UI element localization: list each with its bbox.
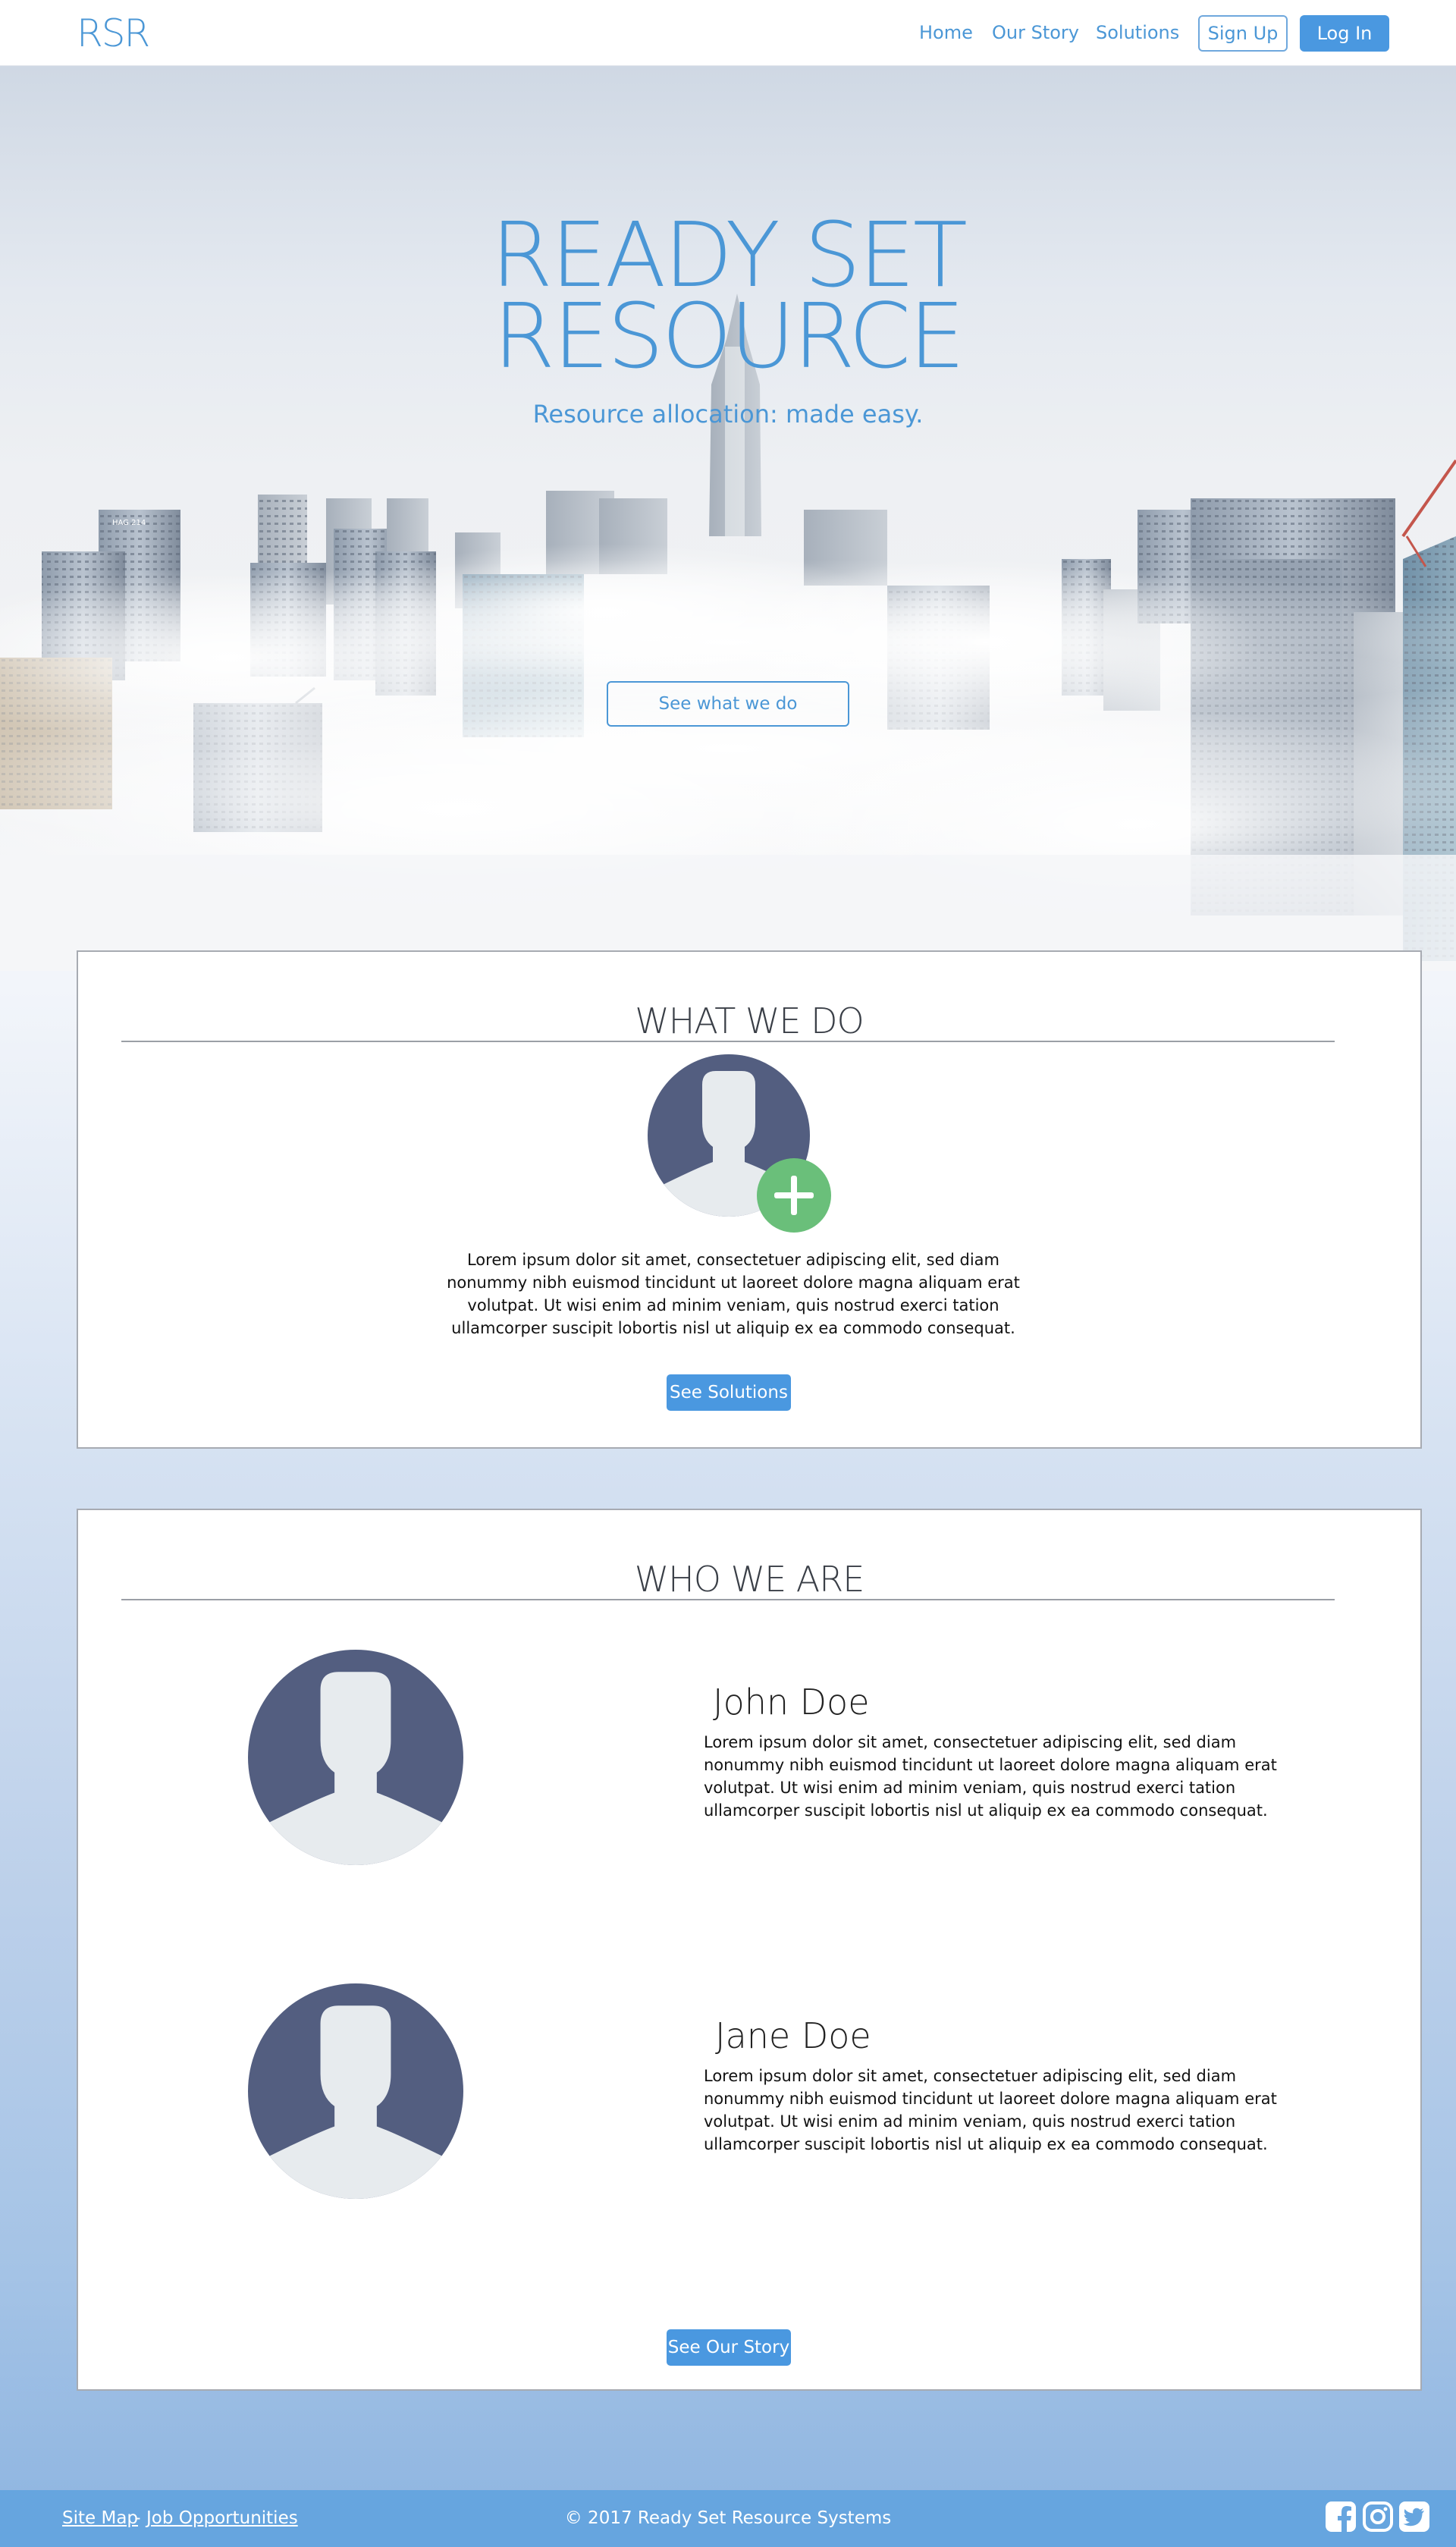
- log-in-button[interactable]: Log In: [1300, 15, 1389, 52]
- building-sign: HAG 214: [112, 519, 146, 527]
- city-in-clouds-image: HAG 214: [0, 294, 1456, 971]
- instagram-icon[interactable]: [1361, 2500, 1395, 2533]
- what-we-do-heading: WHAT WE DO: [635, 1000, 864, 1041]
- sign-up-button[interactable]: Sign Up: [1198, 15, 1288, 52]
- logo[interactable]: RSR: [77, 11, 150, 56]
- see-our-story-button[interactable]: See Our Story: [667, 2329, 791, 2366]
- what-we-do-section: WHAT WE DO Lorem ipsum dolor sit amet, c…: [77, 950, 1422, 1449]
- twitter-icon[interactable]: [1398, 2500, 1431, 2533]
- person-name: John Doe: [713, 1682, 870, 1723]
- heading-divider: [121, 1041, 1335, 1042]
- hero-section: HAG 214 READY SET RESOURCE Resource allo…: [0, 66, 1456, 971]
- avatar: [248, 1650, 463, 1865]
- hero-tagline: Resource allocation: made easy.: [532, 400, 924, 429]
- person-name: Jane Doe: [715, 2015, 871, 2056]
- nav-link-solutions[interactable]: Solutions: [1096, 21, 1179, 44]
- copyright-text: © 2017 Ready Set Resource Systems: [564, 2508, 892, 2528]
- avatar: [248, 1983, 463, 2199]
- who-we-are-section: WHO WE ARE John Doe Lorem ipsum dolor si…: [77, 1509, 1422, 2391]
- nav-link-home[interactable]: Home: [919, 21, 973, 44]
- navbar: RSR Home Our Story Solutions Sign Up Log…: [0, 0, 1456, 66]
- footer: Site Map - Job Opportunities © 2017 Read…: [0, 2490, 1456, 2547]
- facebook-icon[interactable]: [1324, 2500, 1357, 2533]
- see-solutions-button[interactable]: See Solutions: [667, 1374, 791, 1411]
- see-what-we-do-button[interactable]: See what we do: [607, 681, 849, 727]
- nav-link-our-story[interactable]: Our Story: [992, 21, 1079, 44]
- person-bio: Lorem ipsum dolor sit amet, consectetuer…: [704, 1733, 1277, 1820]
- hero-title-line-2: RESOURCE: [493, 284, 965, 388]
- add-user-icon: [648, 1054, 831, 1233]
- what-we-do-description: Lorem ipsum dolor sit amet, consectetuer…: [447, 1251, 1020, 1337]
- heading-divider: [121, 1599, 1335, 1600]
- who-we-are-heading: WHO WE ARE: [634, 1559, 865, 1600]
- person-bio: Lorem ipsum dolor sit amet, consectetuer…: [704, 2067, 1277, 2153]
